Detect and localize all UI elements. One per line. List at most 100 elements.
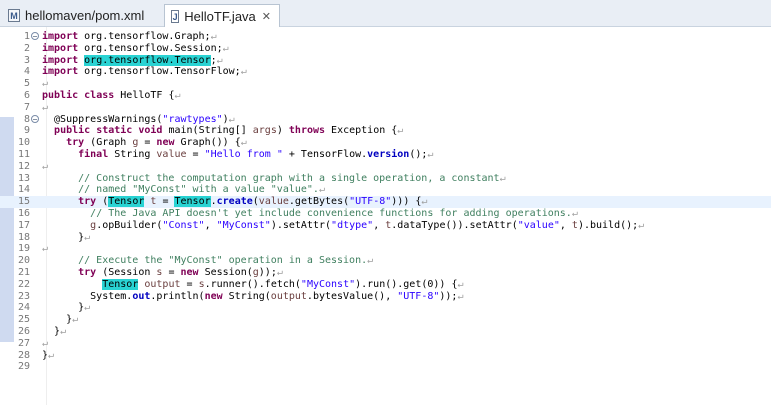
code-token: @SuppressWarnings( (42, 113, 163, 125)
code-token: "UTF-8" (349, 196, 392, 208)
code-token: // Execute the "MyConst" operation in a … (78, 255, 368, 267)
code-line[interactable]: 15 try (Tensor t = Tensor.create(value.g… (0, 196, 771, 208)
code-token: try (78, 196, 97, 208)
code-text: import org.tensorflow.Graph;↵ (42, 31, 217, 43)
code-token: Graph()) { (174, 137, 241, 149)
code-line[interactable]: 9 public static void main(String[] args)… (0, 125, 771, 137)
code-token: Exception { (325, 125, 398, 137)
code-token: org.tensorflow.Tensor (84, 54, 211, 66)
code-line[interactable]: 7 ↵ (0, 102, 771, 114)
code-token: String( (222, 290, 271, 302)
code-token: System. (42, 290, 133, 302)
line-number: 4 (23, 66, 30, 78)
code-token: class (84, 90, 115, 101)
code-token: } (42, 326, 61, 337)
line-end-marker: ↵ (84, 231, 91, 243)
code-line[interactable]: 23 System.out.println(new String(output.… (0, 291, 771, 303)
line-end-marker: ↵ (427, 149, 434, 160)
code-line[interactable]: 10 try (Graph g = new Graph()) {↵ (0, 137, 771, 149)
code-line[interactable]: 4 import org.tensorflow.TensorFlow;↵ (0, 66, 771, 78)
code-line[interactable]: 22 Tensor output = s.runner().fetch("MyC… (0, 278, 771, 291)
code-token: Tensor (108, 196, 145, 208)
code-token: "value" (517, 219, 560, 231)
line-number: 23 (17, 290, 30, 302)
code-line[interactable]: 26 }↵ (0, 326, 771, 338)
code-token: ) (276, 125, 289, 137)
line-end-marker: ↵ (84, 302, 91, 314)
code-token: , (373, 219, 386, 231)
line-end-marker: ↵ (42, 101, 49, 113)
code-line[interactable]: 16 // The Java API doesn't yet include c… (0, 208, 771, 220)
code-token: , (559, 219, 572, 231)
code-token: static (96, 125, 133, 137)
xml-file-icon: M (8, 9, 20, 22)
code-token: import (42, 42, 79, 54)
code-line[interactable]: 1− import org.tensorflow.Graph;↵ (0, 31, 771, 43)
code-text: // named "MyConst" with a value "value".… (42, 184, 325, 196)
fold-collapse-icon[interactable]: − (31, 114, 39, 123)
code-line[interactable]: 5 ↵ (0, 78, 771, 90)
code-token: output (270, 290, 307, 302)
code-line[interactable]: 21 try (Session s = new Session(g));↵ (0, 267, 771, 279)
line-number: 18 (17, 231, 30, 243)
line-number: 20 (17, 255, 30, 267)
code-token: "MyConst" (300, 278, 356, 290)
code-token: ( (96, 196, 109, 208)
code-line[interactable]: 19 ↵ (0, 243, 771, 255)
code-text: public static void main(String[] args) t… (42, 125, 403, 137)
code-text: }↵ (42, 302, 90, 314)
line-end-marker: ↵ (42, 78, 49, 90)
code-token: new (156, 137, 175, 149)
line-end-marker: ↵ (210, 31, 217, 42)
line-number: 16 (17, 208, 30, 219)
code-token: void (138, 125, 163, 137)
code-line[interactable]: 2 import org.tensorflow.Session;↵ (0, 43, 771, 55)
line-end-marker: ↵ (421, 196, 428, 208)
code-line[interactable]: 17 g.opBuilder("Const", "MyConst").setAt… (0, 220, 771, 232)
code-line[interactable]: 29 (0, 361, 771, 373)
code-token: import (42, 31, 79, 42)
code-token: ).run().get(0)) { (355, 278, 458, 290)
line-number: 6 (23, 90, 30, 101)
code-token: .dataType()).setAttr( (391, 219, 518, 231)
line-end-marker: ↵ (42, 337, 49, 349)
code-line[interactable]: 28}↵ (0, 350, 771, 362)
tab-hellotf-java[interactable]: J HelloTF.java ✕ (164, 4, 280, 27)
code-token: .println( (150, 290, 205, 302)
code-line[interactable]: 24 }↵ (0, 302, 771, 314)
line-number: 19 (17, 243, 30, 255)
code-text: System.out.println(new String(output.byt… (42, 291, 463, 303)
java-file-icon: J (171, 9, 180, 23)
code-line[interactable]: 20 // Execute the "MyConst" operation in… (0, 255, 771, 267)
code-token: value (156, 149, 187, 160)
close-icon[interactable]: ✕ (262, 10, 271, 23)
line-number: 9 (23, 125, 30, 137)
code-line[interactable]: 3 import org.tensorflow.Tensor;↵ (0, 54, 771, 67)
code-line[interactable]: 13 // Construct the computation graph wi… (0, 173, 771, 185)
code-text: ↵ (42, 102, 48, 114)
code-token: // Construct the computation graph with … (78, 172, 500, 184)
code-text: }↵ (42, 232, 90, 244)
code-text: }↵ (42, 314, 78, 326)
code-editor[interactable]: 1− import org.tensorflow.Graph;↵ 2 import o… (0, 27, 771, 405)
line-number: 26 (17, 326, 30, 337)
code-line[interactable]: 18 }↵ (0, 232, 771, 244)
fold-collapse-icon[interactable]: − (31, 32, 39, 41)
code-line[interactable]: 8− @SuppressWarnings("rawtypes")↵ (0, 114, 771, 126)
code-line[interactable]: 14 // named "MyConst" with a value "valu… (0, 184, 771, 196)
code-token: import (42, 54, 79, 66)
code-token: throws (288, 125, 326, 137)
code-line[interactable]: 6 public class HelloTF {↵ (0, 90, 771, 102)
code-line[interactable]: 27 ↵ (0, 338, 771, 350)
code-text: try (Session s = new Session(g));↵ (42, 267, 283, 279)
code-text: import org.tensorflow.Tensor;↵ (42, 54, 223, 67)
code-line[interactable]: 25 }↵ (0, 314, 771, 326)
code-text: // Execute the "MyConst" operation in a … (42, 255, 373, 267)
code-line[interactable]: 11 final String value = "Hello from " + … (0, 149, 771, 161)
code-token: new (204, 290, 223, 302)
tab-pom-xml[interactable]: M hellomaven/pom.xml (2, 4, 162, 27)
code-line[interactable]: 12 ↵ (0, 161, 771, 173)
